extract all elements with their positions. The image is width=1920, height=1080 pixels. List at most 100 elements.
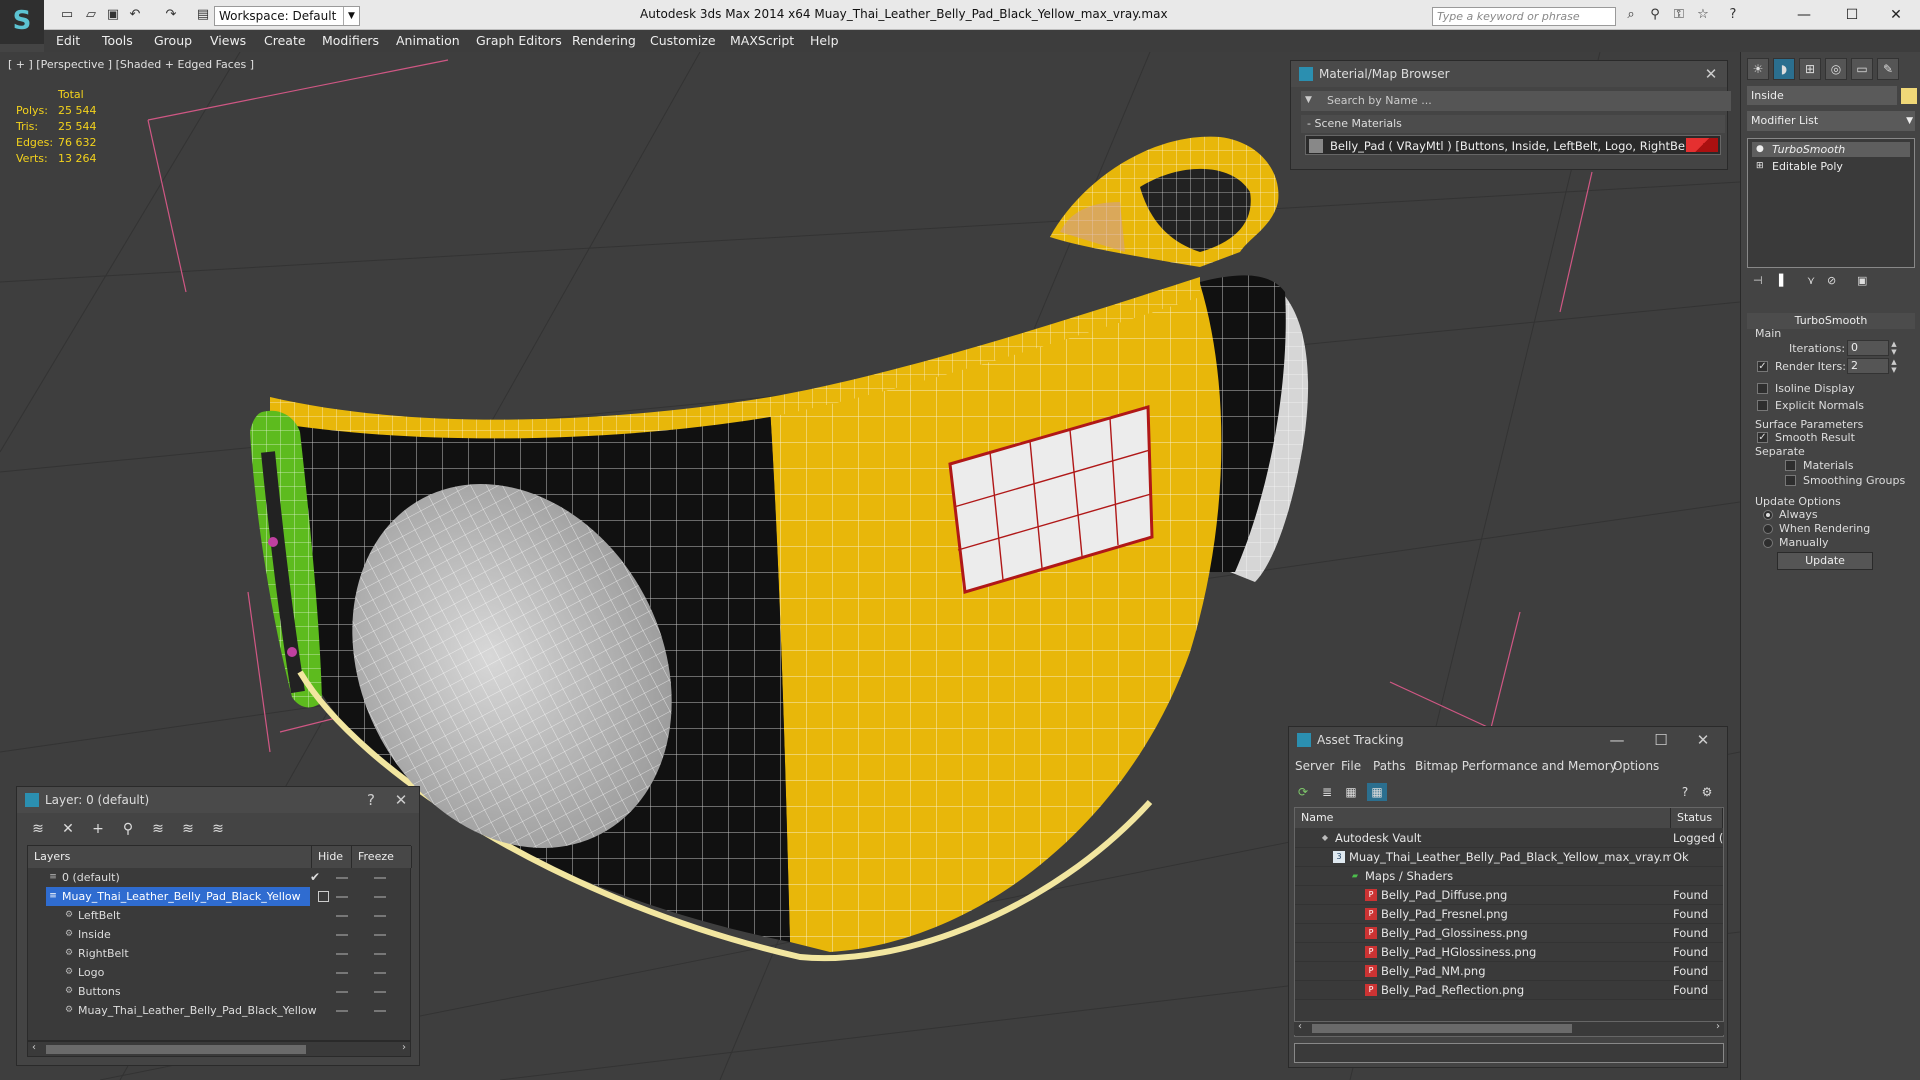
maximize-icon[interactable]: ☐ bbox=[1651, 730, 1671, 750]
app-logo[interactable]: S bbox=[0, 0, 44, 44]
menu-options[interactable]: Options bbox=[1613, 759, 1659, 773]
save-icon[interactable]: ▣ bbox=[104, 6, 122, 24]
list-view-icon[interactable]: ≣ bbox=[1317, 783, 1337, 801]
delete-layer-icon[interactable]: ✕ bbox=[57, 819, 79, 839]
pin-stack-icon[interactable]: ⊣ bbox=[1753, 274, 1763, 287]
manually-radio[interactable] bbox=[1763, 538, 1773, 548]
thumbnail-view-icon[interactable]: ▦ bbox=[1341, 783, 1361, 801]
select-layer-icon[interactable]: ≋ bbox=[147, 819, 169, 839]
layer-row[interactable]: ⚙ LeftBelt bbox=[28, 906, 412, 925]
smoothing-groups-checkbox[interactable] bbox=[1785, 475, 1796, 486]
hide-toggle[interactable] bbox=[336, 896, 348, 898]
close-icon[interactable]: ✕ bbox=[1701, 64, 1721, 84]
hide-toggle[interactable] bbox=[336, 1010, 348, 1012]
menu-tools[interactable]: Tools bbox=[102, 33, 133, 48]
motion-tab-icon[interactable]: ◎ bbox=[1825, 58, 1847, 80]
menu-file[interactable]: File bbox=[1341, 759, 1361, 773]
close-icon[interactable]: ✕ bbox=[1693, 730, 1713, 750]
col-name[interactable]: Name bbox=[1295, 808, 1671, 828]
layer-row[interactable]: ≡ 0 (default) ✔ bbox=[28, 868, 412, 887]
scroll-left-icon[interactable]: ‹ bbox=[1298, 1021, 1302, 1032]
asset-row[interactable]: 3 Muay_Thai_Leather_Belly_Pad_Black_Yell… bbox=[1295, 848, 1723, 867]
col-layers[interactable]: Layers bbox=[28, 846, 312, 868]
scene-materials-group[interactable]: - Scene Materials bbox=[1301, 115, 1725, 133]
spinner-arrows-icon[interactable]: ▲ ▼ bbox=[1889, 358, 1899, 374]
layer-row[interactable]: ≡ Muay_Thai_Leather_Belly_Pad_Black_Yell… bbox=[28, 887, 412, 906]
menu-modifiers[interactable]: Modifiers bbox=[322, 33, 379, 48]
always-radio[interactable] bbox=[1763, 510, 1773, 520]
scroll-left-icon[interactable]: ‹ bbox=[32, 1042, 36, 1053]
hide-toggle[interactable] bbox=[336, 934, 348, 936]
stack-item-turbosmooth[interactable]: ● TurboSmooth bbox=[1752, 142, 1910, 157]
render-iters-spinner[interactable]: 2 bbox=[1847, 358, 1889, 374]
layer-row[interactable]: ⚙ Logo bbox=[28, 963, 412, 982]
help-icon[interactable]: ? bbox=[1675, 783, 1695, 801]
explicit-normals-checkbox[interactable] bbox=[1757, 400, 1768, 411]
asset-row[interactable]: P Belly_Pad_Diffuse.png Found bbox=[1295, 886, 1723, 905]
settings-icon[interactable]: ⚙ bbox=[1697, 783, 1717, 801]
scroll-thumb[interactable] bbox=[46, 1045, 306, 1054]
menu-maxscript[interactable]: MAXScript bbox=[730, 33, 794, 48]
minimize-icon[interactable]: — bbox=[1784, 4, 1824, 26]
freeze-toggle[interactable] bbox=[374, 1010, 386, 1012]
freeze-all-icon[interactable]: ≋ bbox=[207, 819, 229, 839]
horizontal-scrollbar[interactable]: ‹ › bbox=[27, 1041, 411, 1057]
material-entry-belly-pad[interactable]: Belly_Pad ( VRayMtl ) [Buttons, Inside, … bbox=[1305, 135, 1721, 155]
favorites-icon[interactable]: ☆ bbox=[1694, 6, 1712, 24]
show-end-result-icon[interactable]: ▌ bbox=[1779, 274, 1787, 287]
open-file-icon[interactable]: ▱ bbox=[82, 6, 100, 24]
freeze-toggle[interactable] bbox=[374, 915, 386, 917]
table-view-icon[interactable]: ▦ bbox=[1367, 783, 1387, 801]
menu-animation[interactable]: Animation bbox=[396, 33, 460, 48]
asset-row[interactable]: P Belly_Pad_Glossiness.png Found bbox=[1295, 924, 1723, 943]
maximize-icon[interactable]: ☐ bbox=[1832, 4, 1872, 26]
modifier-list-dropdown[interactable]: Modifier List ▼ bbox=[1747, 111, 1915, 131]
subscription-icon[interactable]: ⚿ bbox=[1670, 6, 1688, 24]
asset-row[interactable]: P Belly_Pad_Reflection.png Found bbox=[1295, 981, 1723, 1000]
display-tab-icon[interactable]: ▭ bbox=[1851, 58, 1873, 80]
material-search-input[interactable]: Search by Name ... bbox=[1301, 91, 1731, 111]
menu-create[interactable]: Create bbox=[264, 33, 306, 48]
hide-toggle[interactable] bbox=[336, 877, 348, 879]
select-objects-icon[interactable]: ⚲ bbox=[117, 819, 139, 839]
communication-center-icon[interactable]: ⚲ bbox=[1646, 6, 1664, 24]
menu-customize[interactable]: Customize bbox=[650, 33, 716, 48]
menu-paths[interactable]: Paths bbox=[1373, 759, 1406, 773]
menu-bitmap-performance[interactable]: Bitmap Performance and Memory bbox=[1415, 759, 1617, 773]
hide-toggle[interactable] bbox=[336, 915, 348, 917]
create-layer-icon[interactable]: ≋ bbox=[27, 819, 49, 839]
scroll-right-icon[interactable]: › bbox=[402, 1042, 406, 1053]
redo-icon[interactable]: ↷ bbox=[162, 6, 180, 24]
hide-toggle[interactable] bbox=[336, 972, 348, 974]
keyword-search-input[interactable]: Type a keyword or phrase bbox=[1432, 7, 1616, 26]
minimize-icon[interactable]: — bbox=[1607, 730, 1627, 750]
col-hide[interactable]: Hide bbox=[312, 846, 352, 868]
make-unique-icon[interactable]: ⋎ bbox=[1807, 274, 1815, 287]
bulb-icon[interactable]: ● bbox=[1756, 142, 1764, 157]
update-button[interactable]: Update bbox=[1777, 552, 1873, 570]
material-browser-title-bar[interactable]: Material/Map Browser ✕ bbox=[1291, 61, 1727, 87]
menu-server[interactable]: Server bbox=[1295, 759, 1334, 773]
freeze-toggle[interactable] bbox=[374, 934, 386, 936]
asset-row[interactable]: ▰ Maps / Shaders bbox=[1295, 867, 1723, 886]
layer-row[interactable]: ⚙ Buttons bbox=[28, 982, 412, 1001]
modify-tab-icon[interactable]: ◗ bbox=[1773, 58, 1795, 80]
smooth-result-checkbox[interactable]: ✓ bbox=[1757, 432, 1768, 443]
freeze-toggle[interactable] bbox=[374, 896, 386, 898]
hierarchy-tab-icon[interactable]: ⊞ bbox=[1799, 58, 1821, 80]
expand-icon[interactable]: ⊞ bbox=[1756, 159, 1764, 174]
menu-graph-editors[interactable]: Graph Editors bbox=[476, 33, 562, 48]
menu-views[interactable]: Views bbox=[210, 33, 246, 48]
layer-title-bar[interactable]: Layer: 0 (default) ? ✕ bbox=[17, 787, 419, 813]
hide-toggle[interactable] bbox=[336, 991, 348, 993]
undo-icon[interactable]: ↶ bbox=[126, 6, 144, 24]
freeze-toggle[interactable] bbox=[374, 972, 386, 974]
asset-path-field[interactable] bbox=[1294, 1043, 1724, 1063]
object-color-swatch[interactable] bbox=[1901, 88, 1917, 104]
chevron-down-icon[interactable]: ▼ bbox=[1305, 95, 1312, 105]
stack-item-editable-poly[interactable]: ⊞ Editable Poly bbox=[1752, 159, 1910, 174]
add-to-layer-icon[interactable]: + bbox=[87, 819, 109, 839]
remove-modifier-icon[interactable]: ⊘ bbox=[1827, 274, 1836, 287]
make-active-checkbox[interactable] bbox=[318, 891, 329, 902]
spinner-arrows-icon[interactable]: ▲ ▼ bbox=[1889, 340, 1899, 356]
